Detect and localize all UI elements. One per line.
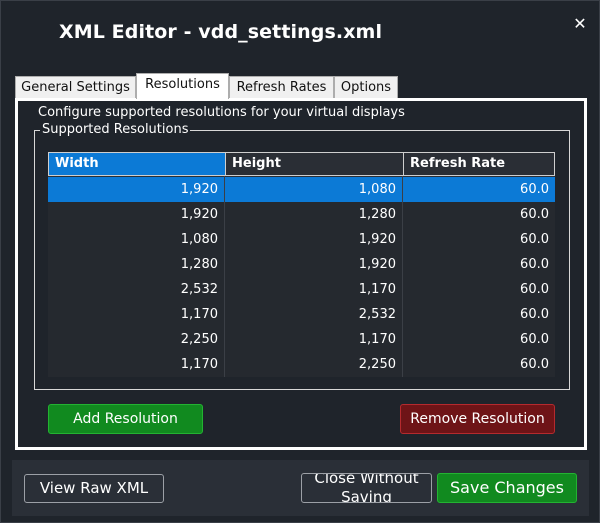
cell-width: 1,080 bbox=[180, 232, 218, 247]
cell-width: 1,170 bbox=[180, 307, 218, 322]
group-title: Supported Resolutions bbox=[40, 122, 191, 138]
window-title: XML Editor - vdd_settings.xml bbox=[59, 21, 383, 43]
tab-resolutions[interactable]: Resolutions bbox=[136, 73, 229, 99]
table-row[interactable]: 1,920 1,280 60.0 bbox=[48, 202, 555, 227]
grid-header: Width Height Refresh Rate bbox=[48, 152, 555, 176]
table-row[interactable]: 2,532 1,170 60.0 bbox=[48, 277, 555, 302]
cell-height: 1,080 bbox=[358, 182, 396, 197]
cell-height: 1,280 bbox=[358, 207, 396, 222]
column-header-refresh-rate[interactable]: Refresh Rate bbox=[404, 153, 554, 175]
tab-refresh-rates[interactable]: Refresh Rates bbox=[229, 76, 334, 99]
cell-refresh-rate: 60.0 bbox=[520, 182, 549, 197]
cell-width: 1,280 bbox=[180, 257, 218, 272]
cell-refresh-rate: 60.0 bbox=[520, 232, 549, 247]
cell-refresh-rate: 60.0 bbox=[520, 357, 549, 372]
tab-general-settings[interactable]: General Settings bbox=[15, 76, 136, 99]
column-header-width[interactable]: Width bbox=[49, 153, 225, 175]
cell-height: 1,170 bbox=[358, 282, 396, 297]
cell-refresh-rate: 60.0 bbox=[520, 207, 549, 222]
view-raw-xml-button[interactable]: View Raw XML bbox=[24, 474, 164, 503]
cell-width: 1,920 bbox=[180, 182, 218, 197]
cell-refresh-rate: 60.0 bbox=[520, 257, 549, 272]
cell-width: 2,532 bbox=[180, 282, 218, 297]
cell-refresh-rate: 60.0 bbox=[520, 307, 549, 322]
close-icon[interactable]: ✕ bbox=[571, 14, 589, 34]
save-changes-button[interactable]: Save Changes bbox=[437, 473, 577, 503]
close-without-saving-label: Close Without Saving bbox=[314, 473, 419, 503]
table-row[interactable]: 1,170 2,250 60.0 bbox=[48, 352, 555, 377]
cell-width: 2,250 bbox=[180, 332, 218, 347]
xml-editor-window: XML Editor - vdd_settings.xml ✕ General … bbox=[0, 0, 600, 523]
column-header-height[interactable]: Height bbox=[226, 153, 403, 175]
resolutions-grid[interactable]: Width Height Refresh Rate 1,920 1,080 60… bbox=[48, 152, 555, 377]
table-row[interactable]: 2,250 1,170 60.0 bbox=[48, 327, 555, 352]
add-resolution-button[interactable]: Add Resolution bbox=[48, 404, 203, 434]
table-row[interactable]: 1,170 2,532 60.0 bbox=[48, 302, 555, 327]
cell-height: 1,170 bbox=[358, 332, 396, 347]
tab-options[interactable]: Options bbox=[334, 76, 398, 99]
column-gridline bbox=[224, 176, 225, 377]
remove-resolution-button[interactable]: Remove Resolution bbox=[400, 404, 555, 434]
cell-width: 1,170 bbox=[180, 357, 218, 372]
close-without-saving-button[interactable]: Close Without Saving bbox=[301, 473, 432, 503]
cell-refresh-rate: 60.0 bbox=[520, 332, 549, 347]
resolutions-description: Configure supported resolutions for your… bbox=[38, 105, 405, 120]
table-row[interactable]: 1,920 1,080 60.0 bbox=[48, 177, 555, 202]
table-row[interactable]: 1,080 1,920 60.0 bbox=[48, 227, 555, 252]
cell-height: 1,920 bbox=[358, 257, 396, 272]
column-gridline bbox=[402, 176, 403, 377]
cell-height: 2,532 bbox=[358, 307, 396, 322]
cell-height: 2,250 bbox=[358, 357, 396, 372]
cell-refresh-rate: 60.0 bbox=[520, 282, 549, 297]
cell-height: 1,920 bbox=[358, 232, 396, 247]
cell-width: 1,920 bbox=[180, 207, 218, 222]
table-row[interactable]: 1,280 1,920 60.0 bbox=[48, 252, 555, 277]
